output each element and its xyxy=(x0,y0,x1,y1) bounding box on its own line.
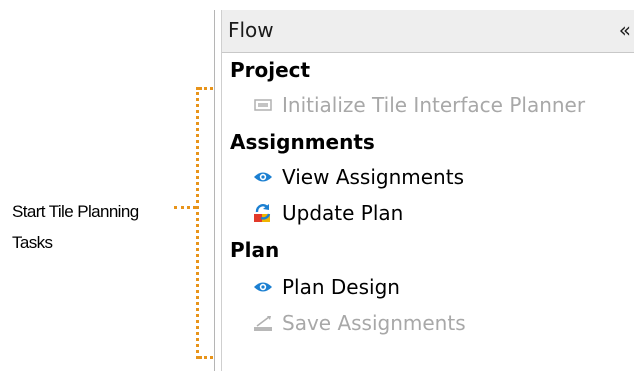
flow-panel-header: Flow « xyxy=(222,10,634,53)
callout-label: Start Tile Planning Tasks xyxy=(12,196,172,258)
eye-icon xyxy=(252,277,274,297)
save-assignments-item[interactable]: Save Assignments xyxy=(252,308,466,338)
initialize-icon xyxy=(252,95,274,115)
collapse-button[interactable]: « xyxy=(619,18,631,42)
section-project: Project xyxy=(230,58,311,82)
eye-icon xyxy=(252,167,274,187)
save-assignments-label: Save Assignments xyxy=(282,311,466,335)
save-icon xyxy=(252,313,274,333)
view-assignments-item[interactable]: View Assignments xyxy=(252,162,464,192)
flow-panel-body: Flow « Project Initialize Tile Interface… xyxy=(221,10,634,371)
panel-title: Flow xyxy=(228,18,274,42)
callout-line-2: Tasks xyxy=(12,233,53,252)
section-plan: Plan xyxy=(230,238,280,262)
callout-line-1: Start Tile Planning xyxy=(12,202,139,221)
plan-design-label: Plan Design xyxy=(282,275,400,299)
flow-panel: Flow « Project Initialize Tile Interface… xyxy=(214,10,634,371)
section-assignments: Assignments xyxy=(230,130,375,154)
initialize-label: Initialize Tile Interface Planner xyxy=(282,93,586,117)
initialize-tile-interface-planner-item[interactable]: Initialize Tile Interface Planner xyxy=(252,90,585,120)
view-assignments-label: View Assignments xyxy=(282,165,464,189)
plan-design-item[interactable]: Plan Design xyxy=(252,272,400,302)
update-plan-icon xyxy=(252,203,274,223)
callout-connector xyxy=(174,206,196,209)
update-plan-item[interactable]: Update Plan xyxy=(252,198,403,228)
update-plan-label: Update Plan xyxy=(282,201,404,225)
